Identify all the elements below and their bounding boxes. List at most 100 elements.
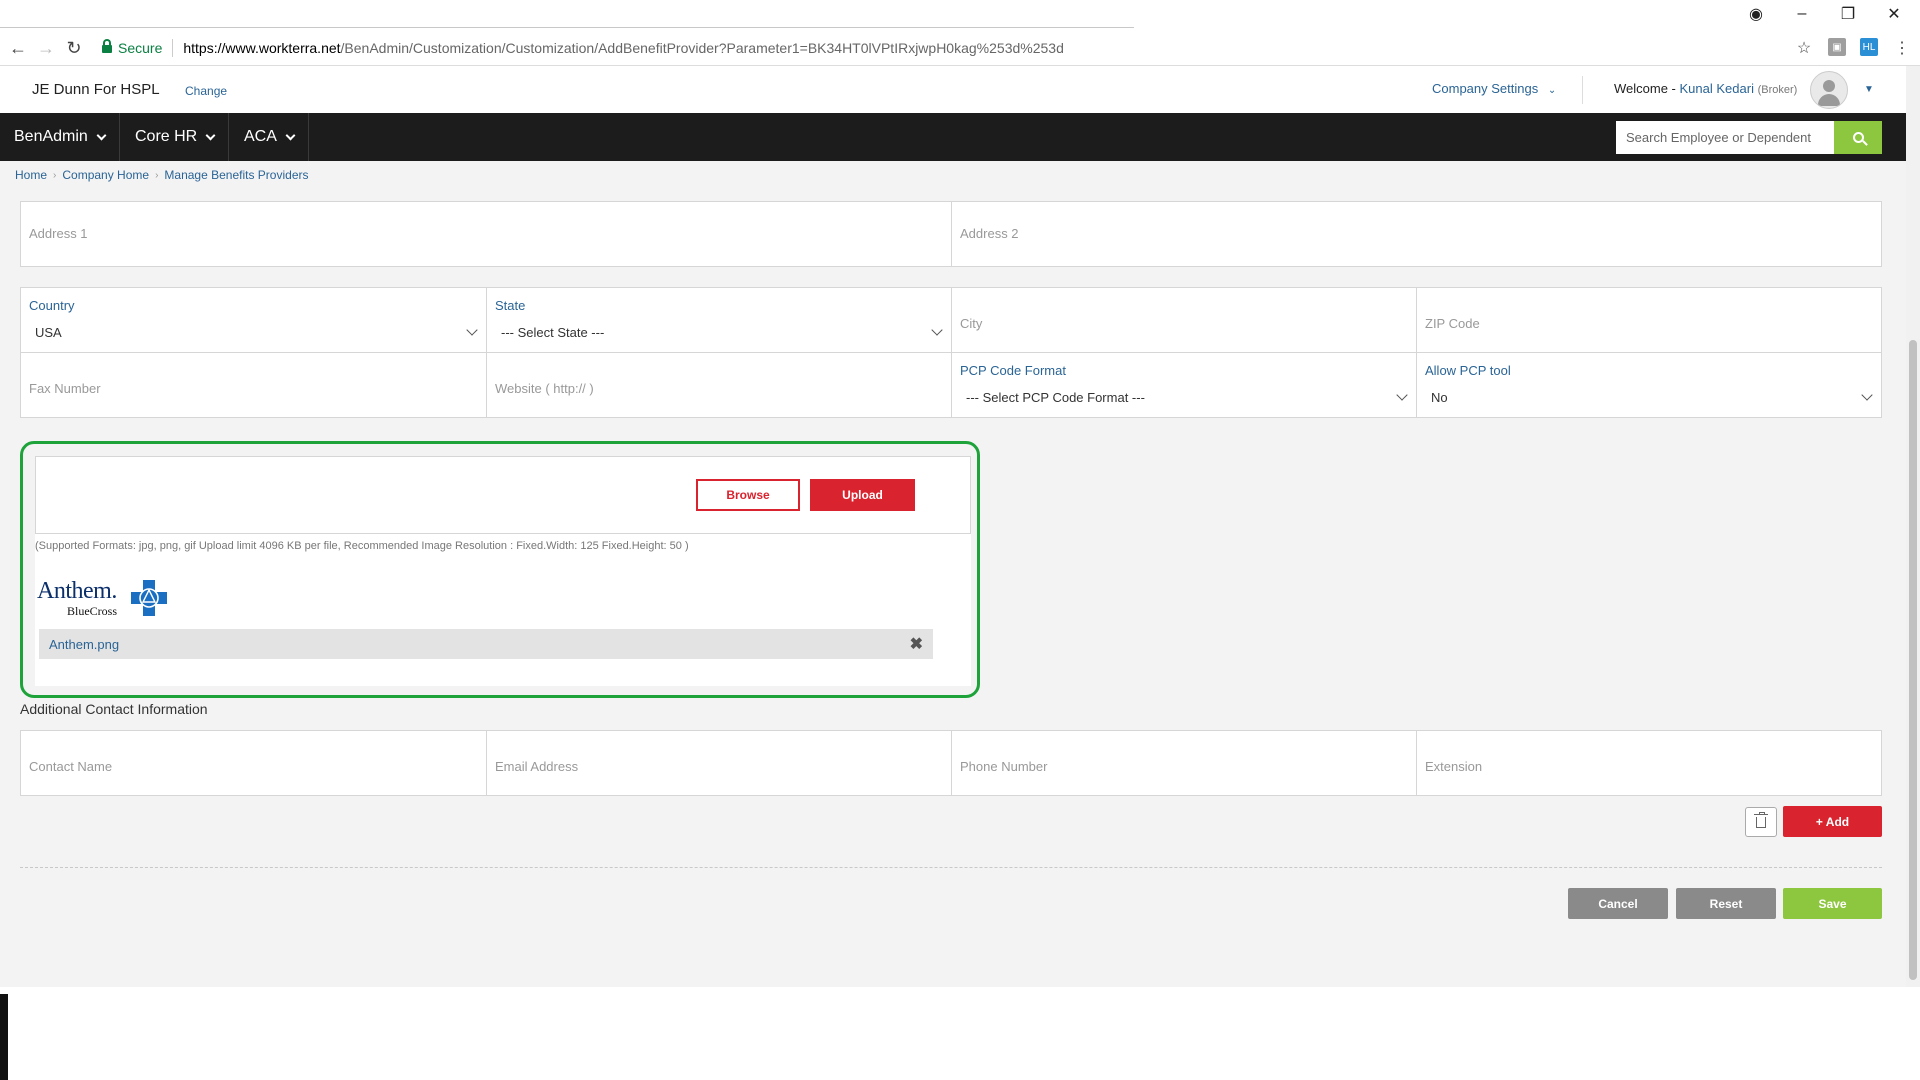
chevron-down-icon — [205, 130, 216, 140]
phone-number-field[interactable]: Phone Number — [951, 730, 1417, 796]
country-label: Country — [29, 298, 75, 313]
uploaded-file-row: Anthem.png ✖ — [39, 629, 933, 659]
fax-field[interactable]: Fax Number — [20, 352, 487, 418]
upload-button[interactable]: Upload — [810, 479, 915, 511]
email-address-placeholder: Email Address — [495, 759, 579, 774]
user-name[interactable]: Kunal Kedari — [1680, 81, 1754, 96]
search-button[interactable] — [1834, 121, 1882, 154]
minimize-icon[interactable]: – — [1782, 2, 1822, 26]
additional-contact-heading: Additional Contact Information — [20, 701, 208, 717]
city-placeholder: City — [960, 316, 983, 331]
website-field[interactable]: Website ( http:// ) — [486, 352, 952, 418]
zip-field[interactable]: ZIP Code — [1416, 287, 1882, 353]
reset-button[interactable]: Reset — [1676, 888, 1776, 919]
state-label: State — [495, 298, 526, 313]
email-address-field[interactable]: Email Address — [486, 730, 952, 796]
pcp-code-format-label: PCP Code Format — [960, 363, 1066, 378]
city-field[interactable]: City — [951, 287, 1417, 353]
section-divider — [20, 867, 1882, 868]
pcp-code-format-select[interactable]: PCP Code Format --- Select PCP Code Form… — [951, 352, 1417, 418]
remove-file-icon[interactable]: ✖ — [910, 634, 923, 654]
zip-placeholder: ZIP Code — [1425, 316, 1480, 331]
logo-upload-inner: Browse Upload (Supported Formats: jpg, p… — [35, 456, 971, 686]
url-separator — [172, 39, 174, 57]
logo-wordmark: Anthem. — [37, 578, 117, 604]
main-navbar: BenAdmin Core HR ACA — [0, 113, 1906, 161]
avatar[interactable] — [1810, 71, 1848, 109]
chevron-down-icon — [1861, 389, 1873, 401]
blank-area — [0, 987, 1920, 1080]
country-value: USA — [35, 325, 62, 340]
phone-number-placeholder: Phone Number — [960, 759, 1048, 774]
nav-item-label: ACA — [244, 128, 277, 145]
browser-titlebar: ◉ – ❐ ✕ — [0, 0, 1920, 28]
contact-name-placeholder: Contact Name — [29, 759, 113, 774]
breadcrumb-company-home[interactable]: Company Home — [62, 168, 149, 182]
secure-label: Secure — [118, 40, 163, 56]
breadcrumb-manage-benefits-providers[interactable]: Manage Benefits Providers — [164, 168, 308, 182]
close-window-icon[interactable]: ✕ — [1874, 2, 1914, 26]
lock-icon — [102, 39, 112, 53]
uploaded-file-name[interactable]: Anthem.png — [49, 637, 119, 652]
company-settings-menu[interactable]: Company Settings ⌄ — [1432, 81, 1556, 96]
address2-field[interactable]: Address 2 — [951, 201, 1882, 267]
save-button[interactable]: Save — [1783, 888, 1882, 919]
delete-contact-button[interactable] — [1745, 807, 1777, 837]
browser-tab-strip — [0, 0, 1134, 28]
add-contact-button[interactable]: + Add — [1783, 806, 1882, 837]
browser-address-bar: ← → ↻ Secure https://www.workterra.net/B… — [0, 30, 1920, 66]
url-host: https://www.workterra.net — [183, 40, 341, 56]
chevron-down-icon: ⌄ — [1547, 85, 1557, 96]
browser-menu-icon[interactable]: ⋮ — [1890, 36, 1914, 60]
avatar-head — [1823, 80, 1835, 92]
nav-item-label: BenAdmin — [14, 128, 88, 145]
nav-item-benadmin[interactable]: BenAdmin — [0, 113, 120, 161]
file-drop-area[interactable]: Browse Upload — [35, 456, 971, 534]
chevron-down-icon — [931, 324, 943, 336]
breadcrumb-separator-icon: › — [53, 169, 57, 181]
user-role: (Broker) — [1757, 84, 1798, 96]
forward-icon[interactable]: → — [34, 36, 58, 60]
trash-icon — [1754, 811, 1768, 828]
extension-placeholder: Extension — [1425, 759, 1483, 774]
main-content: Home › Company Home › Manage Benefits Pr… — [0, 161, 1906, 987]
reload-icon[interactable]: ↻ — [62, 36, 86, 60]
back-icon[interactable]: ← — [6, 36, 30, 60]
nav-item-aca[interactable]: ACA — [230, 113, 309, 161]
state-select[interactable]: State --- Select State --- — [486, 287, 952, 353]
restore-icon[interactable]: ❐ — [1828, 2, 1868, 26]
website-placeholder: Website ( http:// ) — [495, 381, 594, 396]
scrollbar-thumb[interactable] — [1909, 340, 1917, 980]
chevron-down-icon — [96, 130, 107, 140]
browse-button[interactable]: Browse — [696, 479, 800, 511]
chevron-down-icon — [285, 130, 296, 140]
chevron-down-icon — [466, 324, 478, 336]
provider-logo: Anthem. BlueCross — [37, 578, 167, 622]
logo-upload-panel: Browse Upload (Supported Formats: jpg, p… — [20, 441, 980, 698]
nav-item-corehr[interactable]: Core HR — [121, 113, 230, 161]
fax-placeholder: Fax Number — [29, 381, 101, 396]
breadcrumb-home[interactable]: Home — [15, 168, 47, 182]
address2-placeholder: Address 2 — [960, 226, 1019, 241]
cancel-button[interactable]: Cancel — [1568, 888, 1668, 919]
allow-pcp-tool-select[interactable]: Allow PCP tool No — [1416, 352, 1882, 418]
chevron-down-icon — [1396, 389, 1408, 401]
bookmark-star-icon[interactable]: ☆ — [1792, 36, 1816, 60]
user-menu-caret-icon[interactable]: ▼ — [1864, 84, 1874, 95]
address1-field[interactable]: Address 1 — [20, 201, 952, 267]
search-input[interactable] — [1616, 121, 1834, 154]
extension-icon[interactable]: ▣ — [1828, 38, 1846, 56]
extension-hl-icon[interactable]: HL — [1860, 38, 1878, 56]
supported-formats-note: (Supported Formats: jpg, png, gif Upload… — [35, 540, 689, 552]
account-icon[interactable]: ◉ — [1736, 2, 1776, 26]
extension-field[interactable]: Extension — [1416, 730, 1882, 796]
allow-pcp-tool-value: No — [1431, 390, 1448, 405]
nav-item-label: Core HR — [135, 128, 198, 145]
taskbar-edge — [0, 994, 8, 1080]
change-company-link[interactable]: Change — [185, 84, 227, 98]
app-header: JE Dunn For HSPL Change Company Settings… — [0, 66, 1906, 113]
country-select[interactable]: Country USA — [20, 287, 487, 353]
logo-subtitle: BlueCross — [67, 604, 118, 618]
contact-name-field[interactable]: Contact Name — [20, 730, 487, 796]
url-field[interactable]: Secure https://www.workterra.net/BenAdmi… — [96, 34, 1786, 62]
